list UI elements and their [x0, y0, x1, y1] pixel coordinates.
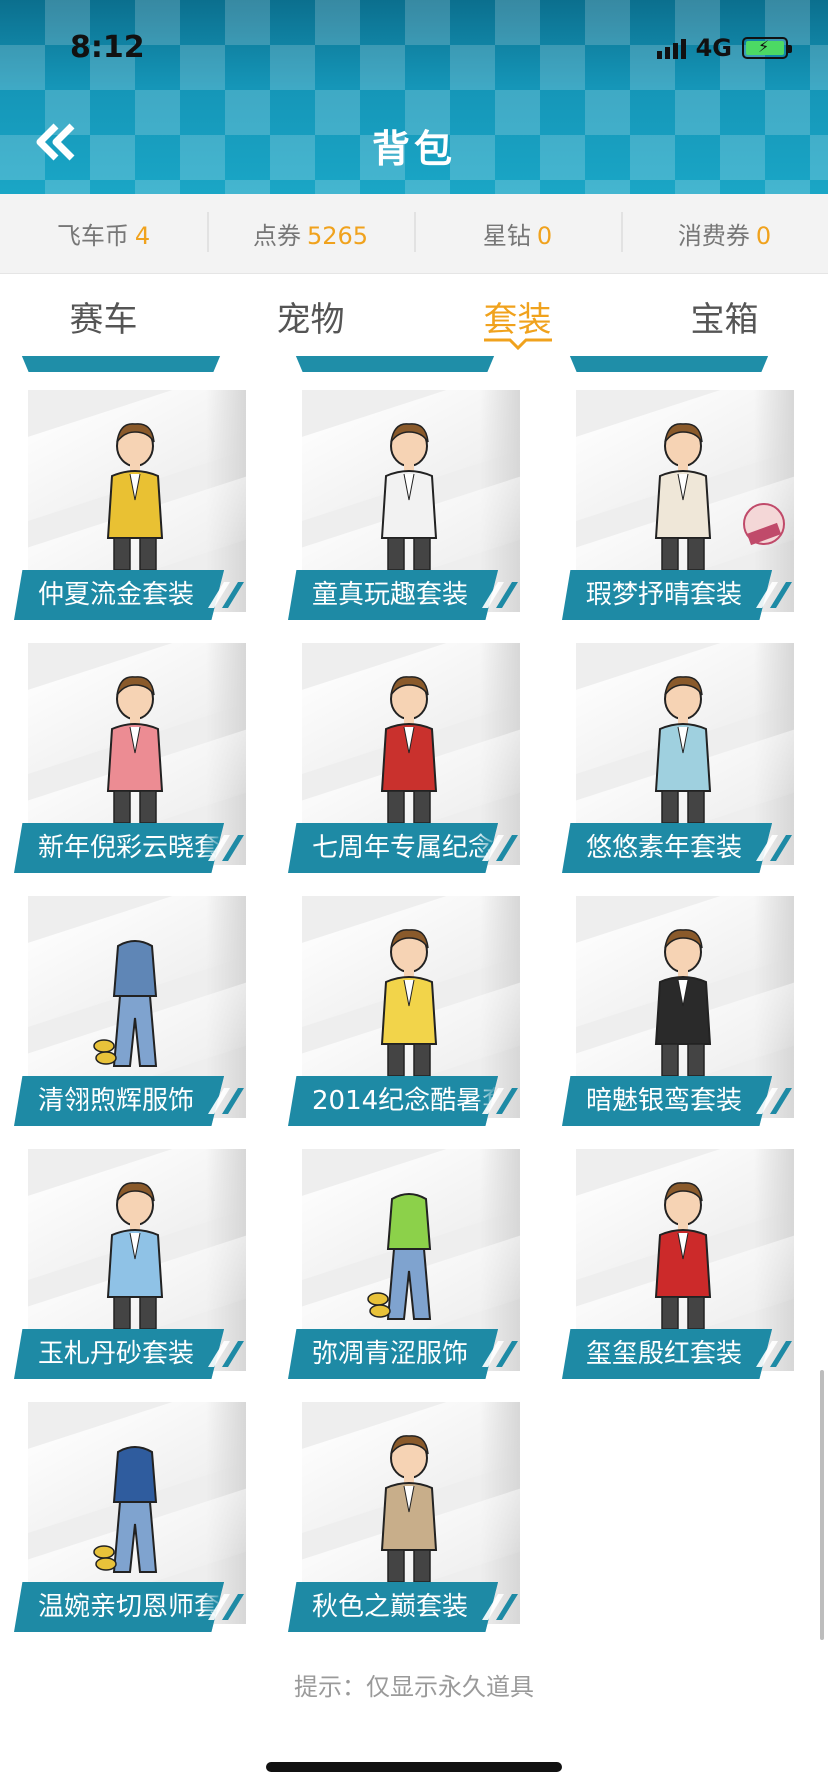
- outfit-card[interactable]: 悠悠素年套装: [562, 643, 794, 873]
- new-badge-icon: [743, 503, 785, 546]
- corner-stripe-icon: [756, 1088, 792, 1114]
- currency-bar: 飞车币 4 点券 5265 星钻 0 消费券 0: [0, 194, 828, 274]
- partial-card-label: [564, 356, 774, 372]
- outfit-name-label: 玉札丹砂套装: [14, 1329, 224, 1379]
- outfit-card[interactable]: 2014纪念酷暑套装: [288, 896, 520, 1126]
- outfit-card[interactable]: 秋色之巅套装: [288, 1402, 520, 1632]
- tab-racecar[interactable]: 赛车: [0, 274, 207, 356]
- tab-pet[interactable]: 宠物: [207, 274, 414, 356]
- active-tab-indicator-icon: [483, 338, 552, 350]
- tab-treasure-box[interactable]: 宝箱: [621, 274, 828, 356]
- avatar-figure-icon: [654, 1182, 712, 1330]
- corner-stripe-icon: [208, 835, 244, 861]
- avatar-figure-icon: [106, 423, 164, 571]
- outfit-card[interactable]: 仲夏流金套装: [14, 390, 246, 620]
- avatar-figure-icon: [380, 676, 438, 824]
- corner-stripe-icon: [756, 1341, 792, 1367]
- outfit-name-label: 2014纪念酷暑套装: [288, 1076, 498, 1126]
- corner-stripe-icon: [482, 835, 518, 861]
- page-title: 背包: [371, 127, 456, 171]
- partial-row-cutoff: [0, 356, 828, 380]
- corner-stripe-icon: [756, 582, 792, 608]
- clothing-icon: [367, 1193, 432, 1320]
- outfit-card[interactable]: 玺玺殷红套装: [562, 1149, 794, 1379]
- outfit-name-label: 秋色之巅套装: [288, 1582, 498, 1632]
- corner-stripe-icon: [756, 835, 792, 861]
- category-tabs: 赛车 宠物 套装 宝箱: [0, 274, 828, 356]
- clothing-icon: [93, 940, 158, 1067]
- outfit-card[interactable]: 暗魅银鸾套装: [562, 896, 794, 1126]
- outfit-card[interactable]: 清翎煦辉服饰: [14, 896, 246, 1126]
- battery-icon: ⚡: [742, 37, 792, 59]
- outfit-name-label: 新年倪彩云晓套装: [14, 823, 224, 873]
- network-type: 4G: [695, 34, 732, 62]
- outfit-name-label: 仲夏流金套装: [14, 570, 224, 620]
- outfit-card[interactable]: 弥凋青涩服饰: [288, 1149, 520, 1379]
- outfit-name-label: 七周年专属纪念套装: [288, 823, 498, 873]
- corner-stripe-icon: [482, 1594, 518, 1620]
- currency-feichebi: 飞车币 4: [56, 222, 151, 250]
- avatar-figure-icon: [380, 929, 438, 1077]
- outfit-name-label: 清翎煦辉服饰: [14, 1076, 224, 1126]
- outfit-card[interactable]: 温婉亲切恩师套装: [14, 1402, 246, 1632]
- partial-card-label: [290, 356, 500, 372]
- outfit-card[interactable]: 七周年专属纪念套装: [288, 643, 520, 873]
- outfit-name-label: 悠悠素年套装: [562, 823, 772, 873]
- outfit-name-label: 弥凋青涩服饰: [288, 1329, 498, 1379]
- corner-stripe-icon: [208, 582, 244, 608]
- corner-stripe-icon: [208, 1594, 244, 1620]
- avatar-figure-icon: [106, 1182, 164, 1330]
- clothing-icon: [93, 1446, 158, 1573]
- hint-text: 提示：仅显示永久道具: [294, 1673, 534, 1701]
- partial-card-label: [16, 356, 226, 372]
- outfit-card[interactable]: 童真玩趣套装: [288, 390, 520, 620]
- tab-outfit[interactable]: 套装: [414, 274, 621, 356]
- avatar-figure-icon: [654, 929, 712, 1077]
- status-icons: 4G ⚡: [656, 34, 792, 62]
- signal-icon: [656, 37, 686, 59]
- corner-stripe-icon: [208, 1341, 244, 1367]
- currency-dianquan: 点券 5265: [207, 212, 414, 252]
- corner-stripe-icon: [482, 1341, 518, 1367]
- avatar-figure-icon: [380, 1435, 438, 1583]
- outfit-name-label: 瑕梦抒晴套装: [562, 570, 772, 620]
- home-indicator[interactable]: [266, 1762, 562, 1772]
- avatar-figure-icon: [106, 676, 164, 824]
- outfit-name-label: 温婉亲切恩师套装: [14, 1582, 224, 1632]
- corner-stripe-icon: [208, 1088, 244, 1114]
- status-time: 8:12: [70, 30, 145, 65]
- outfit-name-label: 暗魅银鸾套装: [562, 1076, 772, 1126]
- item-grid: 仲夏流金套装 童真玩趣套装 瑕梦抒晴套装新年倪彩云晓套装 七周年专属纪念套装 悠悠素年套…: [0, 356, 828, 1656]
- nav-header: 8:12 4G ⚡ 背包: [0, 0, 828, 194]
- avatar-figure-icon: [380, 423, 438, 571]
- outfit-name-label: 童真玩趣套装: [288, 570, 498, 620]
- corner-stripe-icon: [482, 1088, 518, 1114]
- outfit-card[interactable]: 新年倪彩云晓套装: [14, 643, 246, 873]
- corner-stripe-icon: [482, 582, 518, 608]
- currency-xiaofeiquan: 消费券 0: [621, 212, 828, 252]
- tab-outfit-label: 套装: [483, 300, 552, 340]
- scrollbar[interactable]: [820, 1370, 824, 1640]
- outfit-name-label: 玺玺殷红套装: [562, 1329, 772, 1379]
- outfit-card[interactable]: 瑕梦抒晴套装: [562, 390, 794, 620]
- avatar-figure-icon: [654, 423, 712, 571]
- outfit-card[interactable]: 玉札丹砂套装: [14, 1149, 246, 1379]
- currency-xingzuan: 星钻 0: [414, 212, 621, 252]
- avatar-figure-icon: [654, 676, 712, 824]
